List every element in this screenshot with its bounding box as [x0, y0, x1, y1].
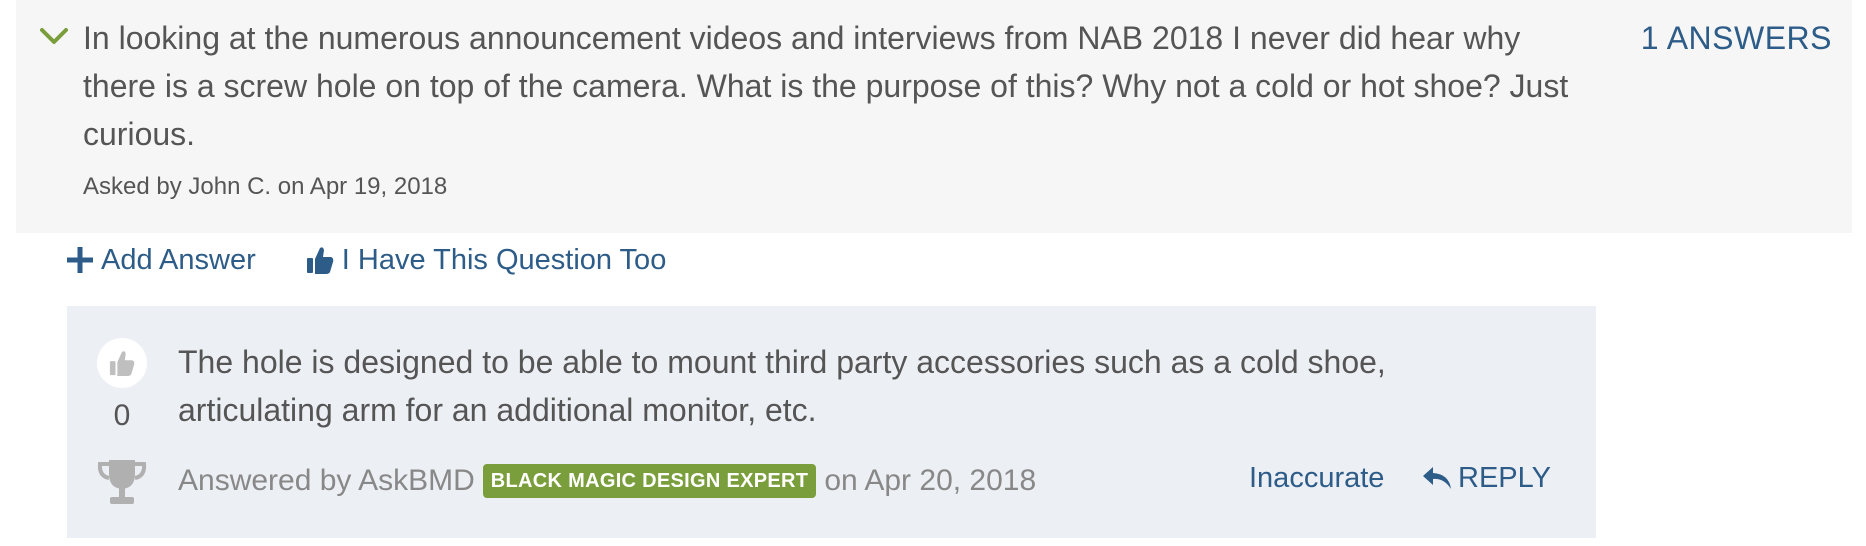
answered-date: on Apr 20, 2018 — [824, 464, 1037, 497]
vote-up-button[interactable] — [97, 338, 147, 388]
add-answer-button[interactable]: Add Answer — [67, 240, 256, 280]
answer-text: The hole is designed to be able to mount… — [178, 344, 1386, 428]
chevron-down-icon[interactable] — [38, 24, 70, 48]
reply-button[interactable]: REPLY — [1422, 458, 1551, 498]
answers-count-link[interactable]: 1 ANSWERS — [1641, 18, 1832, 58]
plus-icon — [67, 247, 93, 273]
question-block: In looking at the numerous announcement … — [16, 0, 1852, 233]
reply-arrow-icon — [1423, 467, 1451, 489]
reply-label: REPLY — [1458, 461, 1551, 494]
answer-card: 0 The hole is designed to be able to mou… — [67, 306, 1596, 538]
vote-count: 0 — [113, 399, 131, 432]
trophy-icon — [97, 460, 147, 504]
asked-by-meta: Asked by John C. on Apr 19, 2018 — [83, 173, 448, 200]
add-answer-label: Add Answer — [101, 244, 256, 276]
answered-by-meta: Answered by AskBMD BLACK MAGIC DESIGN EX… — [178, 461, 1036, 501]
expert-badge: BLACK MAGIC DESIGN EXPERT — [482, 464, 817, 498]
inaccurate-link[interactable]: Inaccurate — [1249, 458, 1384, 498]
have-question-too-label: I Have This Question Too — [341, 244, 667, 276]
question-actions: Add Answer I Have This Question Too — [67, 240, 666, 280]
question-text: In looking at the numerous announcement … — [83, 20, 1569, 152]
thumbs-up-icon — [306, 247, 334, 274]
answered-by-text: Answered by AskBMD — [178, 464, 475, 497]
have-question-too-button[interactable]: I Have This Question Too — [306, 240, 667, 280]
thumbs-up-icon — [109, 351, 135, 376]
